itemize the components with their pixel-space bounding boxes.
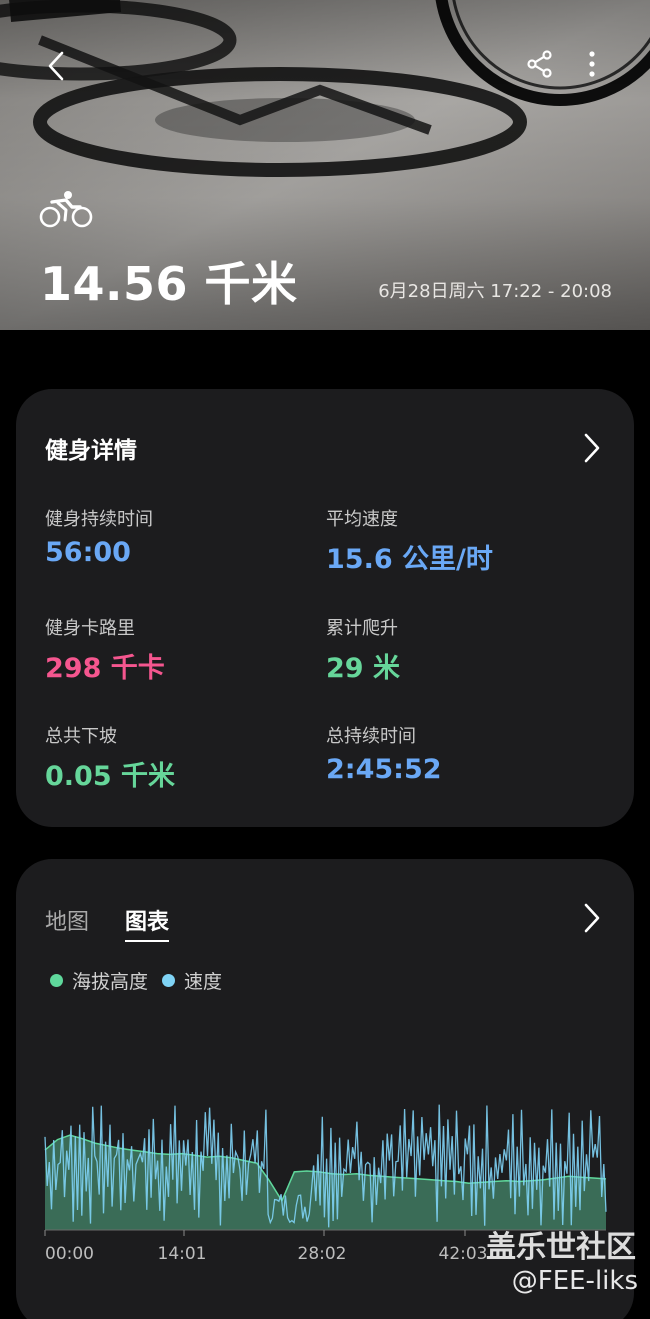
metric-total-duration: 总持续时间 2:45:52 <box>326 722 606 785</box>
x-tick-label: 00:00 <box>45 1244 94 1264</box>
cycling-icon <box>39 191 93 228</box>
metric-value: 56:00 <box>45 537 131 568</box>
distance-value: 14.56 千米 <box>40 257 298 311</box>
metric-average-speed: 平均速度 15.6 公里/时 <box>326 505 606 576</box>
x-tick-label: 28:02 <box>298 1244 347 1264</box>
metric-label: 平均速度 <box>326 509 398 530</box>
metric-elevation-gain: 累计爬升 29 米 <box>326 614 606 685</box>
details-title: 健身详情 <box>45 438 137 464</box>
hero-banner: 14.56 千米 6月28日周六 17:22 - 20:08 <box>0 0 650 330</box>
workout-details-card[interactable]: 健身详情 健身持续时间 56:00 平均速度 15.6 公里/时 健身卡路里 2… <box>16 389 634 827</box>
metric-total-descent: 总共下坡 0.05 千米 <box>45 722 325 793</box>
metric-value: 15.6 公里/时 <box>326 544 493 575</box>
back-button[interactable] <box>36 44 76 88</box>
share-icon <box>527 50 552 78</box>
back-icon <box>48 51 64 81</box>
metric-label: 总持续时间 <box>326 726 416 747</box>
metric-label: 总共下坡 <box>45 726 117 747</box>
metric-value: 29 米 <box>326 653 400 684</box>
metric-label: 累计爬升 <box>326 618 398 639</box>
x-tick-label: 42:03 <box>439 1244 488 1264</box>
metric-value: 0.05 千米 <box>45 761 176 792</box>
chevron-right-icon[interactable] <box>580 431 604 465</box>
metric-label: 健身持续时间 <box>45 509 153 530</box>
more-vert-icon <box>589 51 595 77</box>
watermark-community: 盖乐世社区 <box>486 1230 636 1265</box>
share-button[interactable] <box>520 44 560 84</box>
watermark-user: @FEE-liks <box>511 1266 638 1296</box>
workout-datetime: 6月28日周六 17:22 - 20:08 <box>378 281 612 302</box>
metric-value: 2:45:52 <box>326 754 442 785</box>
metric-workout-duration: 健身持续时间 56:00 <box>45 505 325 568</box>
more-options-button[interactable] <box>576 44 608 84</box>
x-tick-label: 14:01 <box>158 1244 207 1264</box>
metric-calories: 健身卡路里 298 千卡 <box>45 614 325 685</box>
metric-value: 298 千卡 <box>45 653 165 684</box>
metric-label: 健身卡路里 <box>45 618 135 639</box>
